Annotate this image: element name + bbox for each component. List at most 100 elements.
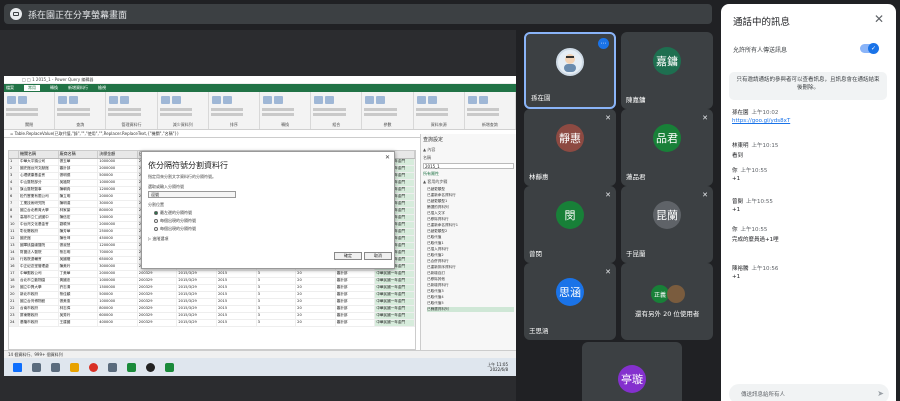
ribbon-item[interactable] <box>57 108 90 111</box>
table-row[interactable]: 22 台南市政府 林志偉 800000 200329 2015/3/29 2015 3 20 審計… <box>9 306 415 313</box>
radio-leftmost[interactable]: 最左邊的分隔符號 <box>154 210 388 216</box>
task-view-icon[interactable] <box>51 362 60 372</box>
excel-icon[interactable] <box>165 362 174 372</box>
ribbon-item[interactable] <box>415 113 448 116</box>
ribbon-item[interactable] <box>466 113 500 116</box>
applied-step[interactable]: 已變更類型2 <box>427 229 514 234</box>
ribbon-button-icon[interactable] <box>69 96 79 104</box>
tile-self[interactable]: ⋯ 孫在園 <box>524 32 616 109</box>
file-explorer-icon[interactable] <box>70 362 79 372</box>
ribbon-item[interactable] <box>210 113 244 116</box>
ribbon-item[interactable] <box>313 108 346 111</box>
ribbon-item[interactable] <box>466 108 500 111</box>
tile-others[interactable]: 正義 還有另外 20 位使用者 <box>621 263 713 340</box>
ribbon-button-icon[interactable] <box>478 96 488 104</box>
ribbon-button-icon[interactable] <box>211 96 221 104</box>
ribbon-button-icon[interactable] <box>274 96 284 104</box>
edge-icon[interactable] <box>108 362 117 372</box>
ribbon-item[interactable] <box>364 113 397 116</box>
radio-each[interactable]: 每個出現的分隔符號 <box>154 226 388 232</box>
advanced-options-toggle[interactable]: ▷ 進階選項 <box>148 236 388 242</box>
applied-step[interactable]: 已插入資料行 <box>427 247 514 252</box>
ribbon-item[interactable] <box>262 108 295 111</box>
ribbon-item[interactable] <box>313 113 346 116</box>
ribbon-item[interactable] <box>364 108 397 111</box>
send-icon[interactable]: ➤ <box>877 389 884 398</box>
tile-participant[interactable]: 嘉鏞 陳嘉鏞 <box>621 32 713 109</box>
column-header[interactable]: 廠商名稱 <box>59 151 99 158</box>
ribbon-item[interactable] <box>57 113 90 116</box>
applied-step[interactable]: 已取代值2 <box>427 253 514 258</box>
line-icon[interactable] <box>127 362 136 372</box>
close-icon[interactable]: ✕ <box>385 154 390 161</box>
ribbon-button-icon[interactable] <box>325 96 335 104</box>
tile-participant[interactable]: ✕ 閔 曾閔 <box>524 186 616 263</box>
ribbon-button-icon[interactable] <box>160 96 170 104</box>
applied-step[interactable]: 已移除其他 <box>427 277 514 282</box>
applied-step[interactable]: 已合併資料行 <box>427 259 514 264</box>
applied-step[interactable]: 已新增自訂 <box>427 271 514 276</box>
ribbon-item[interactable] <box>262 113 295 116</box>
search-icon[interactable] <box>32 362 41 372</box>
ribbon-item[interactable] <box>210 108 244 111</box>
applied-step[interactable]: 已變更類型 <box>427 187 514 192</box>
applied-step[interactable]: 已重新排序資料行 <box>427 265 514 270</box>
allow-messages-toggle[interactable]: ✓ <box>860 43 879 54</box>
table-row[interactable]: 18 台北市立動物園 黃國忠 1000000 200329 2015/3/29 2015 3 2… <box>9 278 415 285</box>
ribbon-button-icon[interactable] <box>365 96 375 104</box>
ribbon-button-icon[interactable] <box>263 96 273 104</box>
ribbon-item[interactable] <box>6 113 39 116</box>
applied-step[interactable]: 已取代值4 <box>427 295 514 300</box>
table-row[interactable]: 19 國立中興大學 許志清 1500000 200329 2015/3/29 2015 3 20… <box>9 285 415 292</box>
tab-home[interactable]: 常用 <box>24 85 40 91</box>
message-link[interactable]: https://goo.gl/yds8xT <box>732 118 882 124</box>
ribbon-button-icon[interactable] <box>109 96 119 104</box>
applied-step[interactable]: 已新增資料行 <box>427 283 514 288</box>
cancel-button[interactable]: 取消 <box>364 252 392 260</box>
obs-icon[interactable] <box>146 362 155 372</box>
ribbon-button-icon[interactable] <box>416 96 426 104</box>
applied-step[interactable]: 已取代值 <box>427 235 514 240</box>
ribbon-button-icon[interactable] <box>376 96 386 104</box>
more-options-icon[interactable]: ⋯ <box>598 38 609 49</box>
chat-input[interactable]: 傳送訊息給所有人 <box>729 384 889 401</box>
tab-file[interactable]: 檔案 <box>6 85 14 91</box>
tile-participant[interactable]: ✕ 昆蘭 于昆蘭 <box>621 186 713 263</box>
applied-step[interactable]: 已取代值1 <box>427 241 514 246</box>
tab-transform[interactable]: 轉換 <box>50 85 58 91</box>
applied-step[interactable]: 已插入文字 <box>427 211 514 216</box>
applied-step[interactable]: 篩選的資料列 <box>427 205 514 210</box>
ribbon-item[interactable] <box>6 108 39 111</box>
column-header[interactable]: 決標金額 <box>98 151 138 158</box>
ribbon-button-icon[interactable] <box>7 96 16 104</box>
tile-participant[interactable]: ✕ 靜惠 林靜惠 <box>524 109 616 186</box>
ok-button[interactable]: 確定 <box>334 252 362 260</box>
tile-participant[interactable]: ✕ 品君 蓮品君 <box>621 109 713 186</box>
ribbon-button-icon[interactable] <box>120 96 130 104</box>
chrome-icon[interactable] <box>89 362 98 372</box>
applied-step[interactable]: 已取代值5 <box>427 301 514 306</box>
applied-step[interactable]: 已重新命名資料行1 <box>427 223 514 228</box>
applied-step[interactable]: 已篩選資料列 <box>427 307 514 312</box>
windows-start-icon[interactable] <box>13 362 22 372</box>
all-properties-link[interactable]: 所有屬性 <box>423 171 514 177</box>
tab-add-column[interactable]: 新增資料行 <box>68 85 88 91</box>
column-header[interactable]: 機關名稱 <box>19 151 59 158</box>
ribbon-button-icon[interactable] <box>18 96 27 104</box>
ribbon-item[interactable] <box>159 108 192 111</box>
ribbon-item[interactable] <box>415 108 448 111</box>
ribbon-button-icon[interactable] <box>58 96 68 104</box>
applied-step[interactable]: 已變更類型1 <box>427 199 514 204</box>
ribbon-item[interactable] <box>159 113 192 116</box>
ribbon-button-icon[interactable] <box>222 96 232 104</box>
table-row[interactable]: 20 新北市政府 蔡佳穎 500000 200329 2015/3/29 2015 3 20 審計… <box>9 292 415 299</box>
applied-step[interactable]: 已重新命名資料行 <box>427 193 514 198</box>
delimiter-select[interactable]: 逗號 <box>148 191 236 198</box>
ribbon-button-icon[interactable] <box>314 96 324 104</box>
applied-step[interactable]: 已移除資料行 <box>427 217 514 222</box>
ribbon-button-icon[interactable] <box>427 96 437 104</box>
ribbon-item[interactable] <box>108 113 141 116</box>
close-icon[interactable]: ✕ <box>874 12 884 26</box>
applied-step[interactable]: 已取代值3 <box>427 289 514 294</box>
tile-participant[interactable]: 亭璇 <box>582 342 682 401</box>
